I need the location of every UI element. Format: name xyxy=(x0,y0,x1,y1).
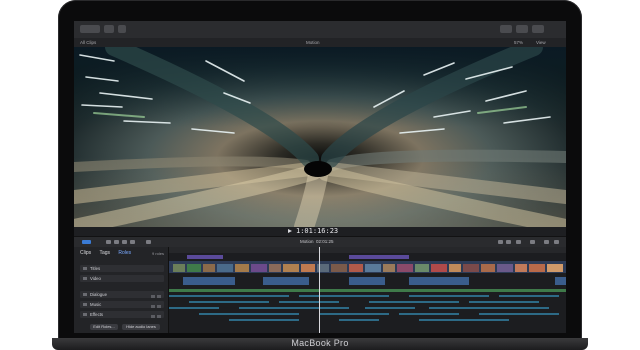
clip-appearance-icon[interactable] xyxy=(530,240,535,244)
effects-clip[interactable] xyxy=(299,295,389,297)
audio-icon[interactable] xyxy=(516,240,521,244)
library-button[interactable] xyxy=(80,25,100,33)
checkbox-icon[interactable] xyxy=(83,303,87,306)
edit-roles-button[interactable]: Edit Roles... xyxy=(90,324,118,330)
effects-clip[interactable] xyxy=(369,301,459,303)
role-label: Effects xyxy=(90,312,104,317)
role-row-music[interactable]: Music xyxy=(80,301,164,308)
viewer-filter[interactable]: All Clips xyxy=(80,40,96,45)
effects-browser-icon[interactable] xyxy=(544,240,549,244)
effects-clip[interactable] xyxy=(189,301,269,303)
dialogue-clip[interactable] xyxy=(349,277,385,285)
transitions-icon[interactable] xyxy=(554,240,559,244)
effects-clip[interactable] xyxy=(409,295,489,297)
role-row-effects[interactable]: Effects xyxy=(80,311,164,318)
checkbox-icon[interactable] xyxy=(83,277,87,280)
play-icon[interactable] xyxy=(288,229,292,233)
viewer-footer: 1:01:16:23 xyxy=(74,227,566,236)
checkbox-icon[interactable] xyxy=(83,267,87,270)
music-clip[interactable] xyxy=(169,289,566,292)
index-tabs: Clips Tags Roles xyxy=(80,250,138,256)
view-menu[interactable]: View xyxy=(536,40,546,45)
title-clip[interactable] xyxy=(349,255,409,259)
focus-icon[interactable] xyxy=(157,295,161,298)
tab-clips[interactable]: Clips xyxy=(80,250,91,256)
timeline-toolbar: Motion 02:01:25 xyxy=(74,236,566,247)
snapping-icon[interactable] xyxy=(498,240,503,244)
dialogue-clip[interactable] xyxy=(555,277,566,285)
title-clip[interactable] xyxy=(187,255,223,259)
select-tool-icon[interactable] xyxy=(146,240,151,244)
viewer-title: Motion xyxy=(306,40,320,45)
solo-icon[interactable] xyxy=(151,315,155,318)
project-name: Motion 02:01:25 xyxy=(300,239,334,244)
roles-count: 9 roles xyxy=(151,251,164,256)
role-label: Titles xyxy=(90,266,101,271)
focus-icon[interactable] xyxy=(157,305,161,308)
video-storyline[interactable] xyxy=(169,261,566,273)
dialogue-clip[interactable] xyxy=(409,277,469,285)
tab-roles[interactable]: Roles xyxy=(118,250,131,256)
effects-clip[interactable] xyxy=(169,295,289,297)
role-label: Video xyxy=(90,276,101,281)
brand-label: MacBook Pro xyxy=(291,338,349,348)
index-button[interactable] xyxy=(82,240,91,244)
insert-icon[interactable] xyxy=(114,240,119,244)
timecode-display[interactable]: 1:01:16:23 xyxy=(296,227,338,236)
focus-icon[interactable] xyxy=(157,315,161,318)
effects-clip[interactable] xyxy=(319,313,389,315)
overwrite-icon[interactable] xyxy=(130,240,135,244)
connect-icon[interactable] xyxy=(106,240,111,244)
effects-clip[interactable] xyxy=(479,313,559,315)
skimming-icon[interactable] xyxy=(506,240,511,244)
checkbox-icon[interactable] xyxy=(83,293,87,296)
top-toolbar xyxy=(74,21,566,39)
video-viewer[interactable] xyxy=(74,47,566,227)
app-window: All Clips Motion 57% View 1:01:16:23 Mot… xyxy=(74,21,566,333)
timeline-clips xyxy=(169,255,566,321)
hide-audio-lanes-button[interactable]: Hide audio lanes xyxy=(122,324,160,330)
hide-button[interactable] xyxy=(104,25,114,33)
tunnel-image xyxy=(74,47,566,227)
inspector-icon[interactable] xyxy=(516,25,528,33)
effects-clip[interactable] xyxy=(499,295,559,297)
playhead[interactable] xyxy=(319,247,320,333)
dialogue-clip[interactable] xyxy=(263,277,309,285)
tab-tags[interactable]: Tags xyxy=(99,250,110,256)
role-row-titles[interactable]: Titles xyxy=(80,265,164,272)
effects-clip[interactable] xyxy=(199,313,299,315)
share-icon[interactable] xyxy=(532,25,544,33)
effects-clip[interactable] xyxy=(429,307,549,309)
role-label: Music xyxy=(90,302,102,307)
role-row-dialogue[interactable]: Dialogue xyxy=(80,291,164,298)
viewer-header: All Clips Motion 57% View xyxy=(74,38,566,47)
effects-clip[interactable] xyxy=(399,313,459,315)
effects-clip[interactable] xyxy=(169,307,219,309)
effects-clip[interactable] xyxy=(229,319,299,321)
effects-clip[interactable] xyxy=(365,307,415,309)
effects-clip[interactable] xyxy=(239,307,349,309)
effects-clip[interactable] xyxy=(339,319,379,321)
timeline-index: Clips Tags Roles 9 roles Titles Video Di… xyxy=(74,247,169,333)
layout-icon[interactable] xyxy=(500,25,512,33)
solo-icon[interactable] xyxy=(151,295,155,298)
laptop: MacBook Pro All Clips Motion 57% View 1:… xyxy=(52,0,588,350)
effects-clip[interactable] xyxy=(419,319,509,321)
import-icon[interactable] xyxy=(118,25,126,33)
effects-clip[interactable] xyxy=(469,301,539,303)
dialogue-clip[interactable] xyxy=(183,277,235,285)
checkbox-icon[interactable] xyxy=(83,313,87,316)
solo-icon[interactable] xyxy=(151,305,155,308)
effects-clip[interactable] xyxy=(279,301,339,303)
zoom-level[interactable]: 57% xyxy=(514,40,523,45)
append-icon[interactable] xyxy=(122,240,127,244)
role-row-video[interactable]: Video xyxy=(80,275,164,282)
timeline[interactable] xyxy=(169,247,566,333)
role-label: Dialogue xyxy=(90,292,107,297)
